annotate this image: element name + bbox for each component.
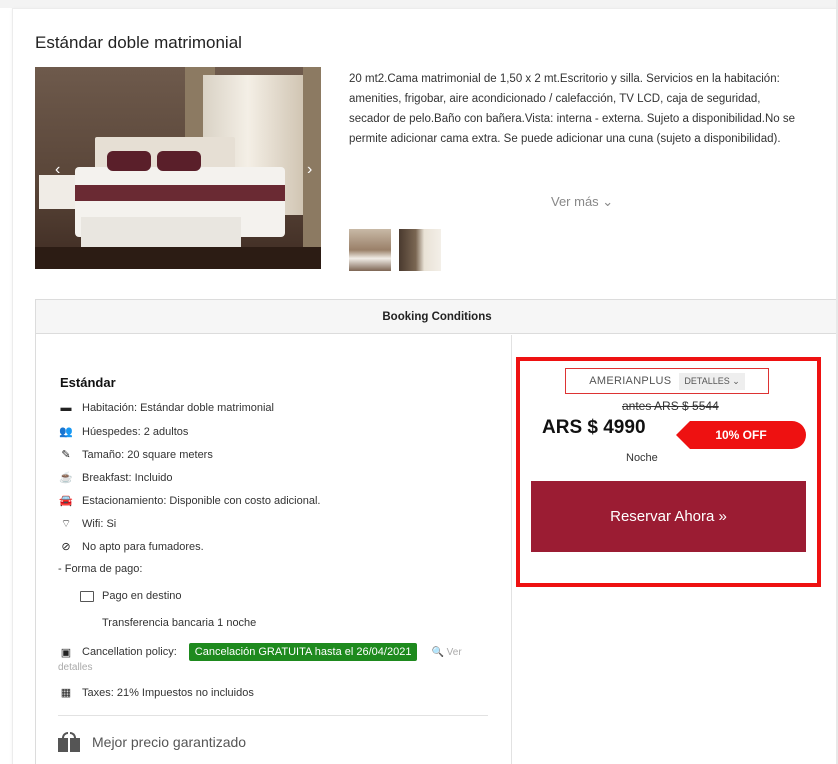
booking-conditions-header: Booking Conditions [36, 300, 838, 334]
current-price: ARS $ 4990 [542, 417, 646, 438]
booking-conditions-panel: Booking Conditions Estándar ▬ Habitación… [35, 299, 838, 764]
coffee-icon: ☕ [59, 472, 73, 484]
price-box: AMERIANPLUS DETALLES ⌄ antes ARS $ 5544 … [516, 357, 821, 587]
ver-detalles-link[interactable]: 🔍 Ver [431, 647, 461, 658]
free-cancellation-badge: Cancelación GRATUITA hasta el 26/04/2021 [188, 643, 418, 661]
feature-guests: 👥 Húespedes: 2 adultos [59, 425, 189, 439]
payment-label: - Forma de pago: [58, 563, 143, 575]
discount-badge: 10% OFF [676, 421, 806, 449]
detalles-dropdown[interactable]: DETALLES ⌄ [679, 372, 745, 390]
cancel-policy-icon: ▣ [60, 646, 72, 659]
feature-breakfast: ☕ Breakfast: Incluido [59, 471, 173, 485]
feature-smoking: ⊘ No apto para fumadores. [58, 540, 203, 554]
price-unit: Noche [626, 452, 658, 464]
rate-name: Estándar [60, 375, 116, 390]
payment-transfer: Transferencia bancaria 1 noche [102, 617, 257, 629]
card-icon [80, 590, 94, 602]
feature-room: ▬ Habitación: Estándar doble matrimonial [58, 402, 275, 414]
original-price: antes ARS $ 5544 [622, 399, 719, 413]
carousel-prev-icon[interactable]: ‹ [55, 161, 60, 179]
best-price-guarantee: Mejor precio garantizado [58, 732, 246, 752]
ver-detalles-link-cont[interactable]: detalles [58, 662, 92, 673]
room-title: Estándar doble matrimonial [35, 33, 242, 52]
ver-mas-link[interactable]: Ver más ⌄ [551, 194, 613, 210]
gift-icon [58, 732, 80, 752]
taxes: ▦ Taxes: 21% Impuestos no incluidos [58, 686, 254, 700]
feature-size: ✎ Tamaño: 20 square meters [58, 448, 212, 462]
payment-on-site: Pago en destino [80, 590, 182, 602]
divider [58, 715, 488, 716]
room-thumbnail[interactable] [399, 229, 441, 271]
promo-code: AMERIANPLUS [589, 375, 672, 387]
wifi-icon: ⌔ [60, 518, 72, 530]
room-description: 20 mt2.Cama matrimonial de 1,50 x 2 mt.E… [349, 73, 796, 145]
bed-icon: ▬ [60, 402, 72, 414]
ruler-icon: ✎ [61, 449, 71, 461]
guests-icon: 👥 [59, 426, 73, 438]
room-thumbnail[interactable] [349, 229, 391, 271]
top-shadow [0, 0, 838, 8]
taxes-icon: ▦ [60, 687, 72, 699]
feature-parking: 🚘 Estacionamiento: Disponible con costo … [59, 494, 321, 508]
room-card: Estándar doble matrimonial ‹ › 20 mt2.Ca… [12, 8, 838, 764]
carousel-next-icon[interactable]: › [307, 161, 312, 179]
car-icon: 🚘 [59, 495, 73, 507]
column-divider [511, 335, 512, 764]
promo-code-box: AMERIANPLUS DETALLES ⌄ [565, 368, 769, 394]
room-photo-carousel[interactable]: ‹ › [35, 67, 321, 269]
no-smoking-icon: ⊘ [61, 541, 71, 553]
feature-wifi: ⌔ Wifi: Si [58, 517, 116, 531]
reservar-ahora-button[interactable]: Reservar Ahora » [531, 481, 806, 552]
cancellation-policy: ▣ Cancellation policy: Cancelación GRATU… [58, 643, 462, 661]
